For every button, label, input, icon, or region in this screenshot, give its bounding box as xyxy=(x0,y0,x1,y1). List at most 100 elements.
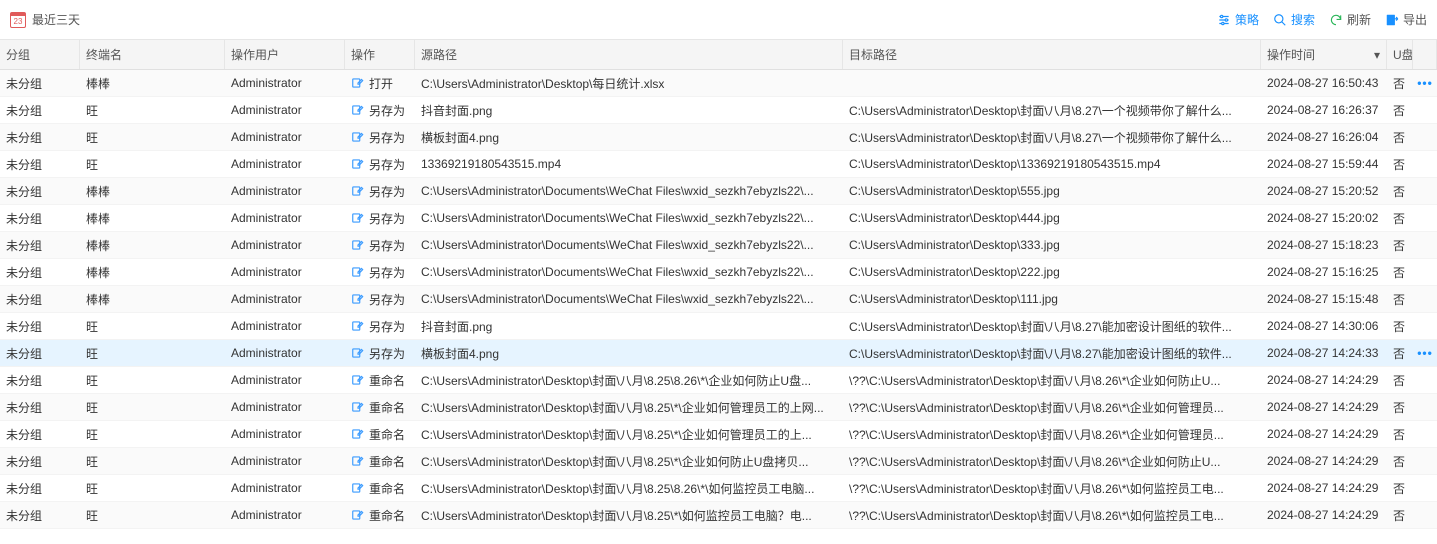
col-header-user[interactable]: 操作用户 xyxy=(225,40,345,69)
cell-group: 未分组 xyxy=(0,129,80,146)
cell-op: 重命名 xyxy=(345,426,415,443)
cell-usb: 否 xyxy=(1387,399,1413,416)
cell-group: 未分组 xyxy=(0,399,80,416)
rename-icon xyxy=(351,211,365,225)
cell-op: 另存为 xyxy=(345,210,415,227)
table-row[interactable]: 未分组棒棒Administrator打开C:\Users\Administrat… xyxy=(0,70,1437,97)
more-icon[interactable]: ••• xyxy=(1417,346,1433,360)
col-header-op[interactable]: 操作 xyxy=(345,40,415,69)
col-header-dst[interactable]: 目标路径 xyxy=(843,40,1261,69)
col-header-time[interactable]: 操作时间 ▾ xyxy=(1261,40,1387,69)
cell-src: C:\Users\Administrator\Documents\WeChat … xyxy=(415,184,843,198)
cell-time: 2024-08-27 16:26:37 xyxy=(1261,103,1387,117)
cell-dst: C:\Users\Administrator\Desktop\133692191… xyxy=(843,157,1261,171)
cell-op: 重命名 xyxy=(345,480,415,497)
refresh-button[interactable]: 刷新 xyxy=(1329,11,1371,28)
cell-dst: C:\Users\Administrator\Desktop\555.jpg xyxy=(843,184,1261,198)
search-button[interactable]: 搜索 xyxy=(1273,11,1315,28)
cell-src: C:\Users\Administrator\Desktop\封面\八月\8.2… xyxy=(415,453,843,470)
cell-usb: 否 xyxy=(1387,426,1413,443)
table-row[interactable]: 未分组旺Administrator另存为横板封面4.pngC:\Users\Ad… xyxy=(0,124,1437,151)
table-row[interactable]: 未分组旺Administrator重命名C:\Users\Administrat… xyxy=(0,421,1437,448)
table-row[interactable]: 未分组棒棒Administrator另存为C:\Users\Administra… xyxy=(0,205,1437,232)
cell-dst: C:\Users\Administrator\Desktop\封面\八月\8.2… xyxy=(843,318,1261,335)
cell-terminal: 旺 xyxy=(80,507,225,524)
cell-op: 另存为 xyxy=(345,156,415,173)
cell-menu[interactable]: ••• xyxy=(1413,76,1437,90)
calendar-day: 23 xyxy=(14,17,23,27)
cell-terminal: 旺 xyxy=(80,156,225,173)
cell-user: Administrator xyxy=(225,184,345,198)
table-row[interactable]: 未分组旺Administrator重命名C:\Users\Administrat… xyxy=(0,448,1437,475)
cell-group: 未分组 xyxy=(0,210,80,227)
cell-dst: \??\C:\Users\Administrator\Desktop\封面\八月… xyxy=(843,480,1261,497)
col-header-group[interactable]: 分组 xyxy=(0,40,80,69)
table-row[interactable]: 未分组棒棒Administrator另存为C:\Users\Administra… xyxy=(0,178,1437,205)
col-header-src[interactable]: 源路径 xyxy=(415,40,843,69)
cell-group: 未分组 xyxy=(0,183,80,200)
table-row[interactable]: 未分组旺Administrator重命名C:\Users\Administrat… xyxy=(0,394,1437,421)
export-button[interactable]: 导出 xyxy=(1385,11,1427,28)
cell-time: 2024-08-27 14:24:29 xyxy=(1261,400,1387,414)
cell-dst: C:\Users\Administrator\Desktop\封面\八月\8.2… xyxy=(843,345,1261,362)
cell-group: 未分组 xyxy=(0,507,80,524)
cell-group: 未分组 xyxy=(0,237,80,254)
cell-terminal: 棒棒 xyxy=(80,264,225,281)
table-row[interactable]: 未分组旺Administrator另存为13369219180543515.mp… xyxy=(0,151,1437,178)
cell-src: C:\Users\Administrator\Documents\WeChat … xyxy=(415,238,843,252)
cell-src: C:\Users\Administrator\Desktop\封面\八月\8.2… xyxy=(415,507,843,524)
more-icon[interactable]: ••• xyxy=(1417,76,1433,90)
cell-src: 横板封面4.png xyxy=(415,345,843,362)
cell-time: 2024-08-27 14:24:29 xyxy=(1261,508,1387,522)
cell-op: 另存为 xyxy=(345,129,415,146)
cell-terminal: 棒棒 xyxy=(80,183,225,200)
cell-menu[interactable]: ••• xyxy=(1413,346,1437,360)
cell-op: 重命名 xyxy=(345,372,415,389)
cell-group: 未分组 xyxy=(0,318,80,335)
refresh-icon xyxy=(1329,13,1343,27)
cell-user: Administrator xyxy=(225,211,345,225)
cell-user: Administrator xyxy=(225,292,345,306)
rename-icon xyxy=(351,238,365,252)
cell-terminal: 棒棒 xyxy=(80,210,225,227)
cell-src: 13369219180543515.mp4 xyxy=(415,157,843,171)
cell-user: Administrator xyxy=(225,508,345,522)
cell-usb: 否 xyxy=(1387,156,1413,173)
cell-usb: 否 xyxy=(1387,480,1413,497)
cell-src: C:\Users\Administrator\Documents\WeChat … xyxy=(415,292,843,306)
table-row[interactable]: 未分组棒棒Administrator另存为C:\Users\Administra… xyxy=(0,259,1437,286)
cell-group: 未分组 xyxy=(0,291,80,308)
cell-src: C:\Users\Administrator\Documents\WeChat … xyxy=(415,211,843,225)
policy-button[interactable]: 策略 xyxy=(1217,11,1259,28)
cell-user: Administrator xyxy=(225,265,345,279)
table-row[interactable]: 未分组旺Administrator重命名C:\Users\Administrat… xyxy=(0,367,1437,394)
col-header-usb[interactable]: U盘 xyxy=(1387,40,1413,69)
topbar-left: 23 最近三天 xyxy=(10,11,80,28)
cell-user: Administrator xyxy=(225,346,345,360)
cell-usb: 否 xyxy=(1387,372,1413,389)
cell-dst: C:\Users\Administrator\Desktop\333.jpg xyxy=(843,238,1261,252)
cell-user: Administrator xyxy=(225,400,345,414)
table-row[interactable]: 未分组棒棒Administrator另存为C:\Users\Administra… xyxy=(0,232,1437,259)
cell-dst: \??\C:\Users\Administrator\Desktop\封面\八月… xyxy=(843,453,1261,470)
cell-op: 另存为 xyxy=(345,345,415,362)
rename-icon xyxy=(351,481,365,495)
cell-src: C:\Users\Administrator\Desktop\封面\八月\8.2… xyxy=(415,480,843,497)
table-row[interactable]: 未分组旺Administrator重命名C:\Users\Administrat… xyxy=(0,475,1437,502)
cell-user: Administrator xyxy=(225,319,345,333)
table-row[interactable]: 未分组棒棒Administrator另存为C:\Users\Administra… xyxy=(0,286,1437,313)
rename-icon xyxy=(351,373,365,387)
table-row[interactable]: 未分组旺Administrator另存为抖音封面.pngC:\Users\Adm… xyxy=(0,313,1437,340)
col-header-terminal[interactable]: 终端名 xyxy=(80,40,225,69)
cell-time: 2024-08-27 14:24:29 xyxy=(1261,427,1387,441)
cell-time: 2024-08-27 15:18:23 xyxy=(1261,238,1387,252)
cell-dst: C:\Users\Administrator\Desktop\111.jpg xyxy=(843,292,1261,306)
cell-src: C:\Users\Administrator\Desktop\每日统计.xlsx xyxy=(415,75,843,92)
cell-dst: \??\C:\Users\Administrator\Desktop\封面\八月… xyxy=(843,372,1261,389)
table-row[interactable]: 未分组旺Administrator另存为横板封面4.pngC:\Users\Ad… xyxy=(0,340,1437,367)
table-header: 分组 终端名 操作用户 操作 源路径 目标路径 操作时间 ▾ U盘 xyxy=(0,40,1437,70)
rename-icon xyxy=(351,265,365,279)
cell-usb: 否 xyxy=(1387,102,1413,119)
table-row[interactable]: 未分组旺Administrator重命名C:\Users\Administrat… xyxy=(0,502,1437,529)
table-row[interactable]: 未分组旺Administrator另存为抖音封面.pngC:\Users\Adm… xyxy=(0,97,1437,124)
